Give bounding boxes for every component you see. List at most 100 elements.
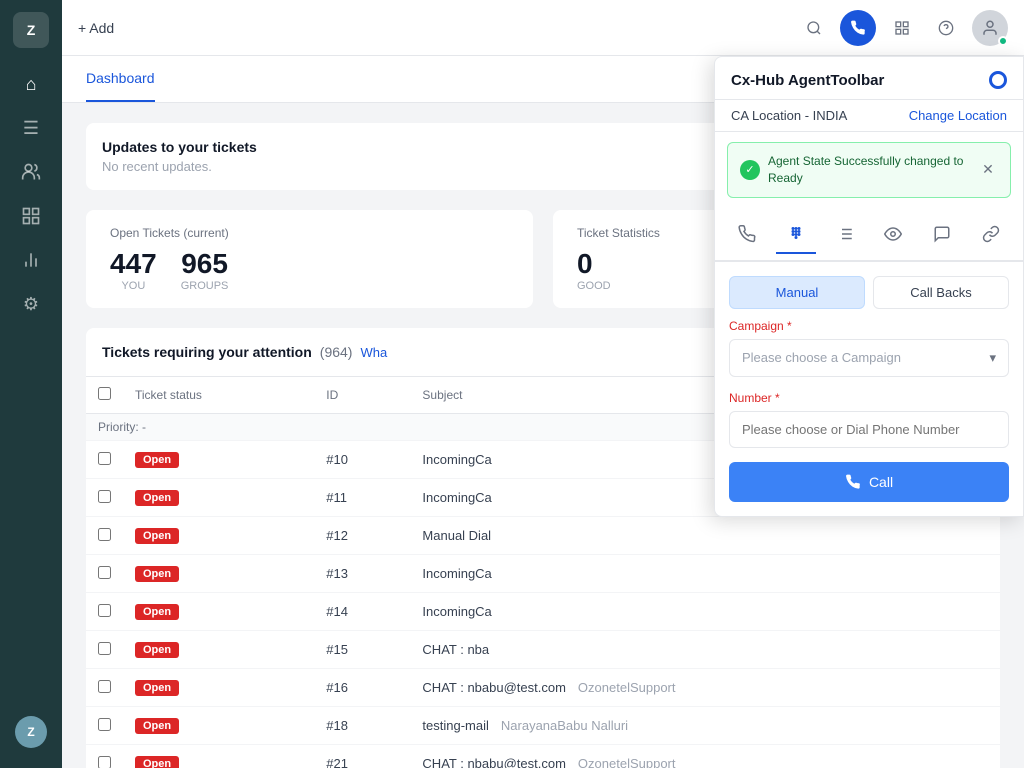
row-checkbox[interactable] bbox=[98, 680, 111, 693]
sidebar-item-settings[interactable]: ⚙ bbox=[11, 284, 51, 324]
number-input[interactable] bbox=[729, 411, 1009, 448]
row-checkbox[interactable] bbox=[98, 528, 111, 541]
row-checkbox[interactable] bbox=[98, 452, 111, 465]
cx-status-dot bbox=[989, 71, 1007, 89]
ticket-subject: IncomingCa bbox=[410, 555, 1000, 593]
ticket-id: #10 bbox=[314, 441, 410, 479]
link-tool-button[interactable] bbox=[971, 214, 1011, 254]
ticket-id: #18 bbox=[314, 707, 410, 745]
topbar: + Add bbox=[62, 0, 1024, 56]
number-field: Number * bbox=[729, 391, 1009, 448]
chat-tool-button[interactable] bbox=[922, 214, 962, 254]
tickets-link[interactable]: Wha bbox=[360, 345, 387, 360]
user-avatar[interactable] bbox=[972, 10, 1008, 46]
ticket-id: #13 bbox=[314, 555, 410, 593]
table-row: Open #21 CHAT : nbabu@test.comOzonetelSu… bbox=[86, 745, 1000, 768]
table-row: Open #14 IncomingCa bbox=[86, 593, 1000, 631]
stat-you: 447 YOU bbox=[110, 248, 157, 292]
topbar-icons bbox=[796, 10, 1008, 46]
tickets-count: (964) bbox=[320, 344, 353, 360]
ticket-id: #16 bbox=[314, 669, 410, 707]
col-status: Ticket status bbox=[123, 377, 314, 414]
select-all-checkbox[interactable] bbox=[98, 387, 111, 400]
campaign-field: Campaign * Please choose a Campaign ▾ bbox=[729, 319, 1009, 377]
tab-callbacks[interactable]: Call Backs bbox=[873, 276, 1009, 309]
table-row: Open #18 testing-mailNarayanaBabu Nallur… bbox=[86, 707, 1000, 745]
ticket-id: #14 bbox=[314, 593, 410, 631]
status-badge: Open bbox=[135, 642, 179, 658]
col-id: ID bbox=[314, 377, 410, 414]
dialpad-tool-button[interactable] bbox=[776, 214, 816, 254]
ticket-subject: CHAT : nbabu@test.comOzonetelSupport bbox=[410, 669, 1000, 707]
phone-button[interactable] bbox=[840, 10, 876, 46]
table-row: Open #12 Manual Dial bbox=[86, 517, 1000, 555]
row-checkbox[interactable] bbox=[98, 718, 111, 731]
row-checkbox[interactable] bbox=[98, 566, 111, 579]
cx-location-text: CA Location - INDIA bbox=[731, 108, 847, 123]
sidebar-logo: Z bbox=[13, 12, 49, 48]
ticket-id: #11 bbox=[314, 479, 410, 517]
notif-check-icon: ✓ bbox=[740, 160, 760, 180]
row-checkbox[interactable] bbox=[98, 490, 111, 503]
search-button[interactable] bbox=[796, 10, 832, 46]
status-badge: Open bbox=[135, 490, 179, 506]
ticket-subject: IncomingCa bbox=[410, 593, 1000, 631]
tab-dashboard[interactable]: Dashboard bbox=[86, 56, 155, 102]
stat-you-number: 447 bbox=[110, 248, 157, 280]
campaign-dropdown-arrow: ▾ bbox=[989, 350, 996, 366]
add-button[interactable]: + Add bbox=[78, 20, 114, 36]
row-checkbox[interactable] bbox=[98, 756, 111, 768]
tickets-title: Tickets requiring your attention bbox=[102, 344, 312, 360]
status-badge: Open bbox=[135, 756, 179, 768]
number-label: Number * bbox=[729, 391, 1009, 405]
status-badge: Open bbox=[135, 718, 179, 734]
cx-form: Campaign * Please choose a Campaign ▾ Nu… bbox=[715, 319, 1023, 516]
row-checkbox[interactable] bbox=[98, 642, 111, 655]
ticket-id: #21 bbox=[314, 745, 410, 768]
table-row: Open #15 CHAT : nba bbox=[86, 631, 1000, 669]
cx-toolbar bbox=[715, 208, 1023, 262]
campaign-select[interactable]: Please choose a Campaign ▾ bbox=[729, 339, 1009, 377]
change-location-link[interactable]: Change Location bbox=[909, 108, 1007, 123]
cx-panel: Cx-Hub AgentToolbar CA Location - INDIA … bbox=[714, 56, 1024, 517]
status-badge: Open bbox=[135, 452, 179, 468]
call-button[interactable]: Call bbox=[729, 462, 1009, 502]
ticket-id: #15 bbox=[314, 631, 410, 669]
ticket-id: #12 bbox=[314, 517, 410, 555]
eye-tool-button[interactable] bbox=[873, 214, 913, 254]
ticket-subject: testing-mailNarayanaBabu Nalluri bbox=[410, 707, 1000, 745]
tab-manual[interactable]: Manual bbox=[729, 276, 865, 309]
call-button-label: Call bbox=[869, 474, 893, 490]
cx-location-row: CA Location - INDIA Change Location bbox=[715, 100, 1023, 132]
status-badge: Open bbox=[135, 566, 179, 582]
apps-button[interactable] bbox=[884, 10, 920, 46]
status-badge: Open bbox=[135, 528, 179, 544]
ticket-subject: CHAT : nba bbox=[410, 631, 1000, 669]
sidebar-item-users[interactable] bbox=[11, 152, 51, 192]
campaign-placeholder: Please choose a Campaign bbox=[742, 350, 901, 365]
sidebar-item-reports[interactable] bbox=[11, 196, 51, 236]
stat-you-label: YOU bbox=[110, 280, 157, 292]
cx-title: Cx-Hub AgentToolbar bbox=[731, 72, 884, 89]
sidebar-item-home[interactable]: ⌂ bbox=[11, 64, 51, 104]
row-checkbox[interactable] bbox=[98, 604, 111, 617]
campaign-label: Campaign * bbox=[729, 319, 1009, 333]
avatar-status-dot bbox=[998, 36, 1008, 46]
list-tool-button[interactable] bbox=[825, 214, 865, 254]
status-badge: Open bbox=[135, 604, 179, 620]
notif-text: Agent State Successfully changed to Read… bbox=[768, 153, 970, 187]
sidebar: Z ⌂ ☰ ⚙ Z bbox=[0, 0, 62, 768]
sidebar-item-tickets[interactable]: ☰ bbox=[11, 108, 51, 148]
open-tickets-title: Open Tickets (current) bbox=[110, 226, 509, 240]
phone-tool-button[interactable] bbox=[727, 214, 767, 254]
cx-header: Cx-Hub AgentToolbar bbox=[715, 57, 1023, 100]
help-button[interactable] bbox=[928, 10, 964, 46]
sidebar-bottom-avatar: Z bbox=[15, 716, 47, 748]
open-tickets-card: Open Tickets (current) 447 YOU 965 GROUP… bbox=[86, 210, 533, 308]
sidebar-item-analytics[interactable] bbox=[11, 240, 51, 280]
table-row: Open #13 IncomingCa bbox=[86, 555, 1000, 593]
notif-close-button[interactable]: ✕ bbox=[978, 160, 998, 180]
stat-groups-label: GROUPS bbox=[181, 280, 229, 292]
ticket-subject: Manual Dial bbox=[410, 517, 1000, 555]
cx-tabs: Manual Call Backs bbox=[715, 262, 1023, 319]
